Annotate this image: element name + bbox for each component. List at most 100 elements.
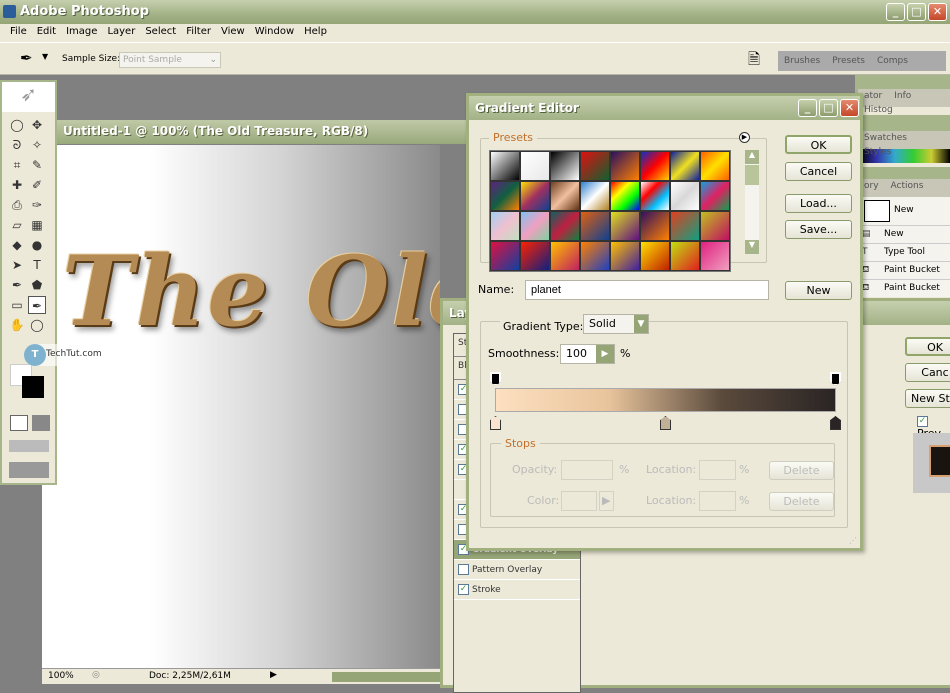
- panel-tab[interactable]: Info: [888, 89, 917, 103]
- history-item[interactable]: T Type Tool: [858, 243, 950, 261]
- gradient-preset[interactable]: [580, 241, 610, 271]
- quick-mask-icon[interactable]: [32, 415, 50, 431]
- style-checkbox[interactable]: [458, 564, 469, 575]
- gradient-preset[interactable]: [520, 211, 550, 241]
- gradient-preset[interactable]: [700, 241, 730, 271]
- menu-window[interactable]: Window: [250, 24, 299, 42]
- menu-layer[interactable]: Layer: [102, 24, 140, 42]
- gradient-preset[interactable]: [490, 241, 520, 271]
- ok-button[interactable]: OK: [785, 135, 852, 154]
- gradient-preset[interactable]: [610, 151, 640, 181]
- menu-image[interactable]: Image: [61, 24, 102, 42]
- type-tool-icon[interactable]: T: [28, 256, 46, 274]
- shape-tool-icon[interactable]: ⬟: [28, 276, 46, 294]
- file-browser-icon[interactable]: 🗎: [748, 49, 760, 74]
- menu-file[interactable]: File: [5, 24, 32, 42]
- menu-filter[interactable]: Filter: [181, 24, 216, 42]
- gradient-preset[interactable]: [670, 181, 700, 211]
- history-item[interactable]: ⛾ Paint Bucket: [858, 279, 950, 297]
- slice-tool-icon[interactable]: ✎: [28, 156, 46, 174]
- hand-tool-icon[interactable]: ✋: [8, 316, 26, 334]
- gradient-preset[interactable]: [700, 151, 730, 181]
- layer-style-cancel-button[interactable]: Canc: [905, 363, 950, 382]
- eraser-tool-icon[interactable]: ▱: [8, 216, 26, 234]
- gradient-preview-bar[interactable]: [495, 388, 836, 412]
- horizontal-scrollbar[interactable]: [332, 672, 440, 682]
- palette-tab-presets[interactable]: Presets: [826, 54, 871, 68]
- style-item[interactable]: Pattern Overlay: [454, 560, 580, 580]
- cancel-button[interactable]: Cancel: [785, 162, 852, 181]
- magic-wand-tool-icon[interactable]: ✧: [28, 136, 46, 154]
- palette-tab-comps[interactable]: Comps: [871, 54, 914, 68]
- color-menu-arrow[interactable]: ▶: [599, 491, 614, 511]
- dialog-maximize-button[interactable]: □: [819, 99, 838, 117]
- gradient-preset[interactable]: [580, 181, 610, 211]
- chevron-down-icon[interactable]: ▼: [634, 315, 648, 333]
- path-selection-tool-icon[interactable]: ➤: [8, 256, 26, 274]
- eyedropper-tool-icon[interactable]: ✒: [28, 296, 46, 314]
- crop-tool-icon[interactable]: ⌗: [8, 156, 26, 174]
- tool-preset-dropdown[interactable]: ▼: [42, 52, 48, 61]
- gradient-preset[interactable]: [700, 181, 730, 211]
- healing-brush-tool-icon[interactable]: ✚: [8, 176, 26, 194]
- sample-size-select[interactable]: Point Sample ⌄: [119, 52, 221, 68]
- scroll-thumb[interactable]: [745, 165, 759, 185]
- color-location-input[interactable]: [699, 491, 736, 511]
- gradient-preset[interactable]: [490, 181, 520, 211]
- standard-mode-icon[interactable]: [10, 415, 28, 431]
- delete-opacity-stop-button[interactable]: Delete: [769, 461, 834, 480]
- lasso-tool-icon[interactable]: ᘐ: [8, 136, 26, 154]
- gradient-preset[interactable]: [520, 181, 550, 211]
- minimize-button[interactable]: _: [886, 3, 905, 21]
- gradient-preset[interactable]: [490, 211, 520, 241]
- panel-tab[interactable]: Swatches: [858, 131, 913, 145]
- presets-menu-icon[interactable]: ▶: [739, 132, 750, 143]
- smoothness-input[interactable]: 100 ▶: [560, 344, 615, 364]
- opacity-location-input[interactable]: [699, 460, 736, 480]
- gradient-preset[interactable]: [640, 181, 670, 211]
- canvas[interactable]: The Old T: [42, 145, 440, 668]
- dialog-minimize-button[interactable]: _: [798, 99, 817, 117]
- gradient-preset[interactable]: [670, 241, 700, 271]
- gradient-preset[interactable]: [640, 151, 670, 181]
- opacity-input[interactable]: [561, 460, 613, 480]
- scroll-up-icon[interactable]: ▲: [745, 150, 759, 164]
- menu-select[interactable]: Select: [140, 24, 181, 42]
- save-button[interactable]: Save...: [785, 220, 852, 239]
- color-swatch[interactable]: [561, 491, 597, 511]
- gradient-preset[interactable]: [610, 211, 640, 241]
- style-item[interactable]: ✓ Stroke: [454, 580, 580, 600]
- gradient-preset[interactable]: [550, 211, 580, 241]
- panel-tab[interactable]: Styles: [858, 145, 897, 159]
- notes-tool-icon[interactable]: ▭: [8, 296, 26, 314]
- gradient-type-select[interactable]: Solid ▼: [583, 314, 649, 334]
- gradient-preset[interactable]: [520, 241, 550, 271]
- history-brush-tool-icon[interactable]: ✑: [28, 196, 46, 214]
- history-item[interactable]: ▤ New: [858, 225, 950, 243]
- maximize-button[interactable]: □: [907, 3, 926, 21]
- gradient-preset[interactable]: [550, 181, 580, 211]
- clone-stamp-tool-icon[interactable]: ⎙: [8, 196, 26, 214]
- presets-scrollbar[interactable]: ▲ ▼: [745, 150, 759, 254]
- name-input[interactable]: [525, 280, 769, 300]
- zoom-tool-icon[interactable]: ◯: [28, 316, 46, 334]
- gradient-preset[interactable]: [550, 151, 580, 181]
- dialog-close-button[interactable]: ✕: [840, 99, 859, 117]
- gradient-preset[interactable]: [610, 181, 640, 211]
- gradient-preset[interactable]: [520, 151, 550, 181]
- gradient-preset[interactable]: [640, 241, 670, 271]
- screen-mode-icons[interactable]: [9, 440, 49, 452]
- gradient-preset[interactable]: [640, 211, 670, 241]
- gradient-preset[interactable]: [580, 151, 610, 181]
- close-button[interactable]: ✕: [928, 3, 947, 21]
- gradient-preset[interactable]: [670, 151, 700, 181]
- marquee-tool-icon[interactable]: ◯: [8, 116, 26, 134]
- new-style-button[interactable]: New St: [905, 389, 950, 408]
- gradient-preset[interactable]: [550, 241, 580, 271]
- delete-color-stop-button[interactable]: Delete: [769, 492, 834, 511]
- resize-grip-icon[interactable]: ⋰: [849, 536, 857, 545]
- status-menu-arrow[interactable]: ▶: [270, 670, 277, 680]
- menu-view[interactable]: View: [216, 24, 250, 42]
- move-tool-icon[interactable]: ✥: [28, 116, 46, 134]
- menu-edit[interactable]: Edit: [32, 24, 61, 42]
